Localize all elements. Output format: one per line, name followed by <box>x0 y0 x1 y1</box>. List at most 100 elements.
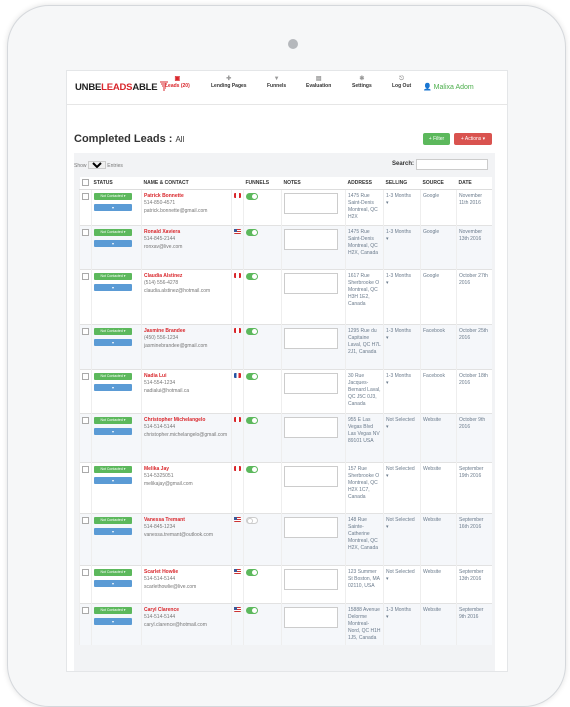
status-action-button[interactable]: ▾ <box>94 618 132 625</box>
funnel-toggle[interactable] <box>246 229 258 236</box>
lead-phone: 514-514-5144 <box>144 424 176 430</box>
header-funnels[interactable]: FUNNELS <box>243 177 282 190</box>
nav-settings[interactable]: ✱ Settings <box>352 75 372 89</box>
status-badge[interactable]: Not Contacted ▾ <box>94 607 132 614</box>
header-name[interactable]: NAME & CONTACT <box>141 177 232 190</box>
nav-funnels[interactable]: ▼ Funnels <box>267 75 286 89</box>
header-address[interactable]: ADDRESS <box>345 177 384 190</box>
selling-cell[interactable]: 1-3 Months ▾ <box>383 369 421 414</box>
status-badge[interactable]: Not Contacted ▾ <box>94 229 132 236</box>
contact-cell: Scarlet Howlie 514-514-5144 scarlethowlie@… <box>141 565 232 604</box>
funnel-toggle[interactable] <box>246 417 258 424</box>
row-checkbox[interactable] <box>82 328 89 335</box>
row-checkbox[interactable] <box>82 193 89 200</box>
selling-cell[interactable]: Not Selected ▾ <box>383 413 421 463</box>
selling-cell[interactable]: 1-3 Months ▾ <box>383 603 421 645</box>
status-badge[interactable]: Not Contacted ▾ <box>94 569 132 576</box>
funnel-toggle[interactable] <box>246 607 258 614</box>
funnel-cell <box>243 462 282 514</box>
status-action-button[interactable]: ▾ <box>94 580 132 587</box>
status-badge[interactable]: Not Contacted ▾ <box>94 328 132 335</box>
notes-textarea[interactable] <box>284 273 338 294</box>
nav-leads[interactable]: ▣ Leads (20) <box>165 75 190 89</box>
funnel-toggle[interactable] <box>246 373 258 380</box>
lead-email: melikajay@gmail.com <box>144 481 193 487</box>
notes-textarea[interactable] <box>284 517 338 538</box>
status-action-button[interactable]: ▾ <box>94 240 132 247</box>
status-badge[interactable]: Not Contacted ▾ <box>94 193 132 200</box>
notes-textarea[interactable] <box>284 466 338 487</box>
row-checkbox[interactable] <box>82 569 89 576</box>
table-row[interactable]: Not Contacted ▾ ▾ Caryl Clarence 514-514-51… <box>79 603 492 645</box>
nav-logout[interactable]: ⎋ Log Out <box>392 75 411 89</box>
selling-cell[interactable]: 1-3 Months ▾ <box>383 269 421 325</box>
select-all-header[interactable] <box>79 177 92 190</box>
notes-textarea[interactable] <box>284 229 338 250</box>
funnel-toggle[interactable] <box>246 569 258 576</box>
selling-cell[interactable]: Not Selected ▾ <box>383 565 421 604</box>
filter-button[interactable]: + Filter <box>423 133 450 145</box>
funnel-toggle[interactable] <box>246 517 258 524</box>
header-notes[interactable]: NOTES <box>281 177 346 190</box>
row-checkbox[interactable] <box>82 417 89 424</box>
search-input[interactable] <box>416 159 488 170</box>
status-action-button[interactable]: ▾ <box>94 339 132 346</box>
date-cell: September 9th 2016 <box>456 603 492 645</box>
status-action-button[interactable]: ▾ <box>94 477 132 484</box>
funnel-toggle[interactable] <box>246 466 258 473</box>
funnel-toggle[interactable] <box>246 328 258 335</box>
row-checkbox[interactable] <box>82 229 89 236</box>
status-action-button[interactable]: ▾ <box>94 204 132 211</box>
table-row[interactable]: Not Contacted ▾ ▾ Patrick Bonnette 514-850-… <box>79 189 492 226</box>
funnel-toggle[interactable] <box>246 193 258 200</box>
table-row[interactable]: Not Contacted ▾ ▾ Melika Jay 514-5325051 mel… <box>79 462 492 514</box>
status-action-button[interactable]: ▾ <box>94 528 132 535</box>
status-action-button[interactable]: ▾ <box>94 428 132 435</box>
notes-textarea[interactable] <box>284 373 338 394</box>
status-badge[interactable]: Not Contacted ▾ <box>94 373 132 380</box>
status-badge[interactable]: Not Contacted ▾ <box>94 517 132 524</box>
row-checkbox[interactable] <box>82 466 89 473</box>
table-row[interactable]: Not Contacted ▾ ▾ Scarlet Howlie 514-514-51… <box>79 565 492 604</box>
status-badge[interactable]: Not Contacted ▾ <box>94 417 132 424</box>
selling-cell[interactable]: 1-3 Months ▾ <box>383 189 421 226</box>
row-checkbox[interactable] <box>82 373 89 380</box>
selling-cell[interactable]: 1-3 Months ▾ <box>383 225 421 270</box>
table-row[interactable]: Not Contacted ▾ ▾ Ronald Xaviera 514-845-21… <box>79 225 492 270</box>
status-badge[interactable]: Not Contacted ▾ <box>94 466 132 473</box>
row-checkbox[interactable] <box>82 273 89 280</box>
nav-lending-pages[interactable]: ✚ Lending Pages <box>211 75 247 89</box>
funnel-cell <box>243 225 282 270</box>
notes-textarea[interactable] <box>284 607 338 628</box>
table-row[interactable]: Not Contacted ▾ ▾ Christopher Michelangelo… <box>79 413 492 463</box>
notes-textarea[interactable] <box>284 417 338 438</box>
status-badge[interactable]: Not Contacted ▾ <box>94 273 132 280</box>
header-selling[interactable]: SELLING <box>383 177 421 190</box>
status-cell: Not Contacted ▾ ▾ <box>91 225 142 270</box>
table-row[interactable]: Not Contacted ▾ ▾ Jasmine Brandee (450) 556… <box>79 324 492 370</box>
selling-cell[interactable]: Not Selected ▾ <box>383 513 421 566</box>
actions-button[interactable]: + Actions ▾ <box>454 133 492 145</box>
notes-cell <box>281 324 346 370</box>
header-date[interactable]: DATE <box>456 177 492 190</box>
header-source[interactable]: SOURCE <box>420 177 457 190</box>
selling-cell[interactable]: 1-3 Months ▾ <box>383 324 421 370</box>
row-checkbox[interactable] <box>82 607 89 614</box>
row-checkbox[interactable] <box>82 517 89 524</box>
entries-select[interactable]: All <box>87 161 106 169</box>
table-row[interactable]: Not Contacted ▾ ▾ Claudia Alstinez (514) 55… <box>79 269 492 325</box>
status-action-button[interactable]: ▾ <box>94 284 132 291</box>
table-row[interactable]: Not Contacted ▾ ▾ Nadia Lui 514-554-1234 nad… <box>79 369 492 414</box>
select-all-checkbox[interactable] <box>81 178 89 186</box>
funnel-toggle[interactable] <box>246 273 258 280</box>
table-row[interactable]: Not Contacted ▾ ▾ Vanessa Tremant 514-845-1… <box>79 513 492 566</box>
nav-evaluation[interactable]: ▤ Evaluation <box>306 75 331 89</box>
notes-textarea[interactable] <box>284 328 338 349</box>
header-status[interactable]: STATUS <box>91 177 142 190</box>
status-action-button[interactable]: ▾ <box>94 384 132 391</box>
user-menu[interactable]: 👤 Malixa Adom <box>423 83 474 91</box>
notes-cell <box>281 462 346 514</box>
notes-textarea[interactable] <box>284 569 338 590</box>
selling-cell[interactable]: Not Selected ▾ <box>383 462 421 514</box>
notes-textarea[interactable] <box>284 193 338 214</box>
